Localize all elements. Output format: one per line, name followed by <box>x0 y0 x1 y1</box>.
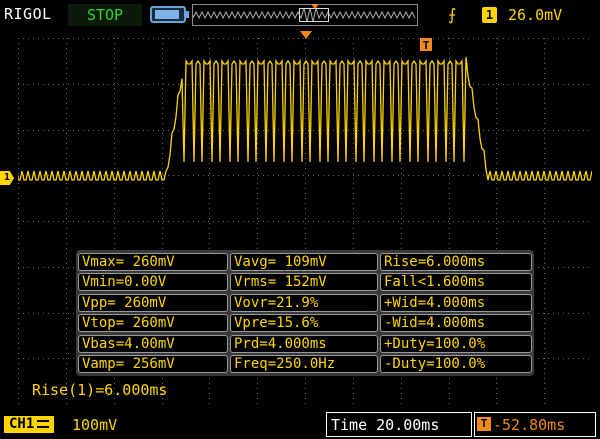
volts-per-div[interactable]: 100mV <box>72 416 117 434</box>
measurement-cell: Vovr=21.9% <box>230 293 378 312</box>
timebase-label: Time 20.00ms <box>331 416 440 434</box>
bottom-status-bar: CH1 100mV Time 20.00ms T -52.80ms <box>0 408 600 439</box>
measurement-cell: Prd=4.000ms <box>230 334 378 353</box>
trigger-offset-box[interactable]: T -52.80ms <box>474 412 596 437</box>
waveform-overview-bar[interactable] <box>192 4 418 26</box>
measurement-cell: Vmin=0.00V <box>78 273 228 292</box>
measurement-row: Vmin=0.00V Vrms= 152mV Fall<1.600ms <box>76 273 534 292</box>
trigger-offset-value: -52.80ms <box>493 416 566 434</box>
channel1-badge[interactable]: CH1 <box>4 416 55 433</box>
measurement-cell: Vbas=4.00mV <box>78 334 228 353</box>
trigger-level-marker-label: T <box>423 39 430 52</box>
measurement-cell: Freq=250.0Hz <box>230 355 378 373</box>
measurement-row: Vpp= 260mV Vovr=21.9% +Wid=4.000ms <box>76 293 534 312</box>
measurement-cell: Vrms= 152mV <box>230 273 378 292</box>
measurement-cell: Rise=6.000ms <box>380 253 532 271</box>
coupling-icon <box>37 420 50 428</box>
measurement-row: Vamp= 256mV Freq=250.0Hz -Duty=100.0% <box>76 355 534 373</box>
cursor-readout: Rise(1)=6.000ms <box>32 381 168 399</box>
trigger-offset-icon: T <box>477 417 491 431</box>
run-stop-status[interactable]: STOP <box>68 4 142 26</box>
measurement-cell: Fall<1.600ms <box>380 273 532 292</box>
memory-depth-icon-tip <box>186 11 189 18</box>
measurement-row: Vtop= 260mV Vpre=15.6% -Wid=4.000ms <box>76 314 534 333</box>
brand-logo: RIGOL <box>4 5 52 23</box>
measurement-cell: Vtop= 260mV <box>78 314 228 333</box>
measurement-cell: Vmax= 260mV <box>78 253 228 271</box>
measurement-cell: +Duty=100.0% <box>380 334 532 353</box>
measurement-row: Vbas=4.00mV Prd=4.000ms +Duty=100.0% <box>76 334 534 353</box>
channel1-label: CH1 <box>9 416 35 432</box>
timebase-box[interactable]: Time 20.00ms <box>326 412 472 437</box>
measurement-cell: +Wid=4.000ms <box>380 293 532 312</box>
measurement-row: Vmax= 260mV Vavg= 109mV Rise=6.000ms <box>76 253 534 271</box>
measurement-cell: -Wid=4.000ms <box>380 314 532 333</box>
trigger-info[interactable]: ⨍ 1 26.0mV <box>440 3 596 27</box>
measurement-cell: -Duty=100.0% <box>380 355 532 373</box>
trigger-level: 26.0mV <box>508 6 563 24</box>
rising-edge-icon: ⨍ <box>448 5 457 24</box>
measurement-panel: Vmax= 260mV Vavg= 109mV Rise=6.000ms Vmin=0… <box>76 250 534 376</box>
overview-window[interactable] <box>299 8 329 22</box>
measurement-cell: Vpp= 260mV <box>78 293 228 312</box>
memory-depth-icon <box>150 6 186 23</box>
trigger-level-marker: T <box>420 38 432 52</box>
trigger-channel-badge: 1 <box>482 7 497 23</box>
measurement-cell: Vpre=15.6% <box>230 314 378 333</box>
channel1-ground-marker[interactable]: 1 <box>0 171 14 185</box>
measurement-cell: Vamp= 256mV <box>78 355 228 373</box>
top-status-bar: RIGOL STOP ⨍ 1 26.0mV <box>0 0 600 30</box>
overview-trigger-marker <box>311 4 319 9</box>
measurement-cell: Vavg= 109mV <box>230 253 378 271</box>
